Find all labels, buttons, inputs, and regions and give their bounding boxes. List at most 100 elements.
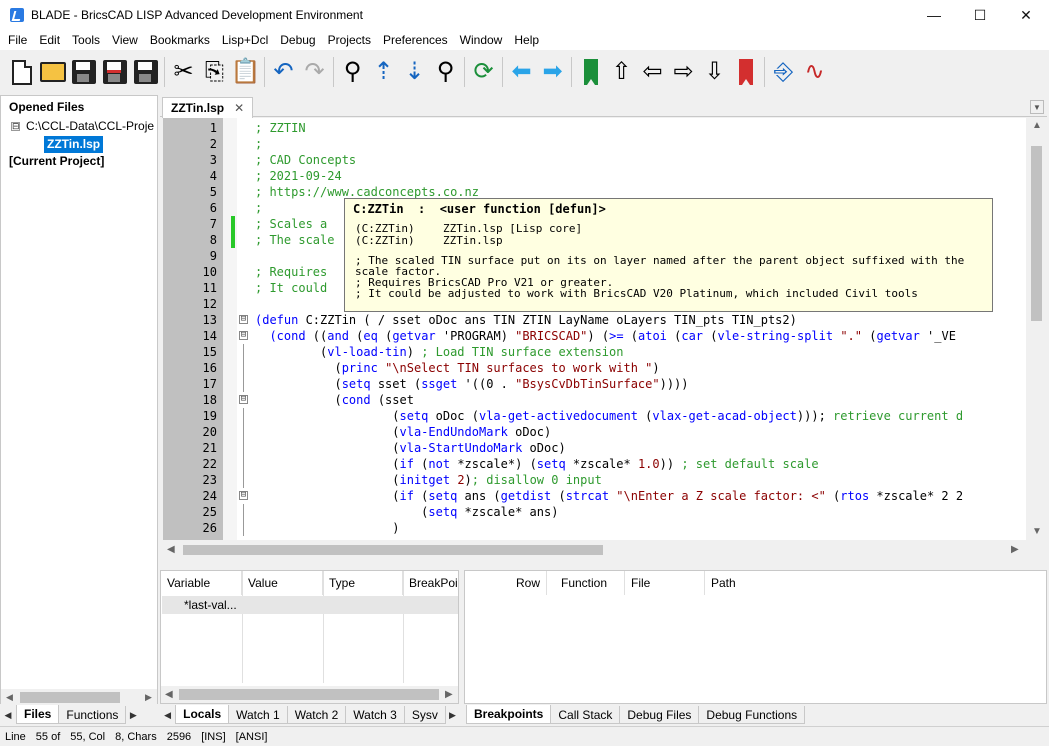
tab-debug-files[interactable]: Debug Files <box>619 706 700 724</box>
tab-zztin-lsp[interactable]: ZZTin.lsp ✕ <box>162 97 254 118</box>
trace-icon[interactable]: ∿ <box>799 55 830 89</box>
code-line[interactable]: 3 ; CAD Concepts <box>163 152 1047 168</box>
menu-edit[interactable]: Edit <box>33 30 66 50</box>
editor-vertical-scrollbar[interactable]: ▲ ▼ <box>1026 118 1047 540</box>
tab-breakpoints[interactable]: Breakpoints <box>466 705 552 724</box>
save-all-icon[interactable] <box>130 55 161 89</box>
menu-window[interactable]: Window <box>454 30 509 50</box>
add-bookmark-icon[interactable] <box>575 55 606 89</box>
code-line[interactable]: 26 ) <box>163 520 1047 536</box>
tab-functions[interactable]: Functions <box>58 706 127 724</box>
editor-horizontal-scrollbar[interactable]: ◀ ▶ <box>163 540 1026 560</box>
menu-file[interactable]: File <box>2 30 33 50</box>
cut-icon[interactable]: ✂ <box>168 55 199 89</box>
menu-projects[interactable]: Projects <box>322 30 377 50</box>
code-line[interactable]: 17 (setq sset (ssget '((0 . "BsysCvDbTin… <box>163 376 1047 392</box>
open-folder-icon[interactable] <box>37 55 68 89</box>
menu-tools[interactable]: Tools <box>66 30 106 50</box>
menu-help[interactable]: Help <box>508 30 545 50</box>
arrow-left-icon[interactable]: ⇦ <box>637 55 668 89</box>
save-as-icon[interactable] <box>99 55 130 89</box>
tab-call-stack[interactable]: Call Stack <box>550 706 621 724</box>
code-line[interactable]: 19 (setq oDoc (vla-get-activedocument (v… <box>163 408 1047 424</box>
column-header-value[interactable]: Value <box>242 571 323 595</box>
table-row[interactable]: *last-val... <box>162 596 458 614</box>
code-line[interactable]: 4 ; 2021-09-24 <box>163 168 1047 184</box>
redo-icon[interactable]: ↷ <box>299 55 330 89</box>
scroll-left-icon[interactable]: ◀ <box>165 689 173 700</box>
fold-toggle-icon[interactable]: ⊟ <box>239 331 248 340</box>
scroll-right-icon[interactable]: ▶ <box>1011 544 1019 555</box>
code-line[interactable]: 21 (vla-StartUndoMark oDoc) <box>163 440 1047 456</box>
code-line[interactable]: 18 ⊟ (cond (sset <box>163 392 1047 408</box>
tree-root-folder[interactable]: ⊟ C:\CCL-Data\CCL-Proje <box>11 119 154 133</box>
column-header-breakpoint[interactable]: BreakPoint <box>403 571 458 595</box>
menu-lisp-dcl[interactable]: Lisp+Dcl <box>216 30 274 50</box>
column-header-file[interactable]: File <box>625 571 705 595</box>
find-previous-icon[interactable]: ⇣ <box>399 55 430 89</box>
variables-horizontal-scrollbar[interactable]: ◀ ▶ <box>161 686 458 703</box>
code-line[interactable]: 15 (vl-load-tin) ; Load TIN surface exte… <box>163 344 1047 360</box>
tree-item-zztin-lsp[interactable]: ZZTin.lsp <box>44 136 104 153</box>
code-editor[interactable]: 1; ZZTIN 2; 3; CAD Concepts 4; 2021-09-24 5;… <box>163 118 1047 540</box>
column-header-function[interactable]: Function <box>547 571 625 595</box>
tab-list-dropdown-icon[interactable]: ▼ <box>1030 100 1044 114</box>
arrow-up-icon[interactable]: ⇧ <box>606 55 637 89</box>
tab-scroll-right-icon[interactable]: ▶ <box>125 706 141 724</box>
code-line[interactable]: 14 ⊟ (cond ((and (eq (getvar 'PROGRAM) "B… <box>163 328 1047 344</box>
collapse-toggle-icon[interactable]: ⊟ <box>11 121 20 131</box>
code-line[interactable]: 13 ⊟ (defun C:ZZTin ( / sset oDoc ans TIN … <box>163 312 1047 328</box>
tab-debug-functions[interactable]: Debug Functions <box>698 706 806 724</box>
scroll-up-icon[interactable]: ▲ <box>1032 120 1042 131</box>
find-icon[interactable]: ⚲ <box>337 55 368 89</box>
forward-arrow-icon[interactable]: ➡ <box>537 55 568 89</box>
menu-view[interactable]: View <box>106 30 144 50</box>
column-header-row[interactable]: Row <box>465 571 547 595</box>
fold-toggle-icon[interactable]: ⊟ <box>239 395 248 404</box>
tab-locals[interactable]: Locals <box>175 705 230 724</box>
code-line[interactable]: 2; <box>163 136 1047 152</box>
code-line[interactable]: 20 (vla-EndUndoMark oDoc) <box>163 424 1047 440</box>
fold-toggle-icon[interactable]: ⊟ <box>239 491 248 500</box>
scroll-right-icon[interactable]: ▶ <box>445 689 453 700</box>
arrow-right-icon[interactable]: ⇨ <box>668 55 699 89</box>
tree-current-project[interactable]: [Current Project] <box>9 154 104 168</box>
scroll-left-icon[interactable]: ◀ <box>167 544 175 555</box>
tab-watch-2[interactable]: Watch 2 <box>286 706 347 724</box>
paste-icon[interactable]: 📋 <box>230 55 261 89</box>
remove-bookmark-icon[interactable] <box>730 55 761 89</box>
tab-scroll-left-icon[interactable]: ◀ <box>160 706 175 724</box>
replace-icon[interactable]: ⚲ <box>430 55 461 89</box>
arrow-down-icon[interactable]: ⇩ <box>699 55 730 89</box>
code-line[interactable]: 25 (setq *zscale* ans) <box>163 504 1047 520</box>
new-file-icon[interactable] <box>6 55 37 89</box>
tab-sysvars[interactable]: Sysv <box>403 706 446 724</box>
back-arrow-icon[interactable]: ⬅ <box>506 55 537 89</box>
maximize-button[interactable]: ☐ <box>957 0 1003 30</box>
code-line[interactable]: 23 (initget 2); disallow 0 input <box>163 472 1047 488</box>
code-line[interactable]: 24 ⊟ (if (setq ans (getdist (strcat "\nEn… <box>163 488 1047 504</box>
tab-files[interactable]: Files <box>16 705 60 724</box>
refresh-icon[interactable]: ⟳ <box>468 55 499 89</box>
tab-watch-1[interactable]: Watch 1 <box>228 706 288 724</box>
find-next-icon[interactable]: ⇡ <box>368 55 399 89</box>
tab-scroll-left-icon[interactable]: ◀ <box>0 706 16 724</box>
menu-preferences[interactable]: Preferences <box>377 30 454 50</box>
load-file-icon[interactable]: ⎆ <box>768 55 799 89</box>
save-icon[interactable] <box>68 55 99 89</box>
code-line[interactable]: 22 (if (not *zscale*) (setq *zscale* 1.0… <box>163 456 1047 472</box>
undo-icon[interactable]: ↶ <box>268 55 299 89</box>
menu-debug[interactable]: Debug <box>274 30 321 50</box>
column-header-variable[interactable]: Variable <box>161 571 242 595</box>
code-line[interactable]: 16 (princ "\nSelect TIN surfaces to work… <box>163 360 1047 376</box>
fold-toggle-icon[interactable]: ⊟ <box>239 315 248 324</box>
tab-scroll-right-icon[interactable]: ▶ <box>445 706 460 724</box>
scroll-down-icon[interactable]: ▼ <box>1032 526 1042 537</box>
menu-bookmarks[interactable]: Bookmarks <box>144 30 216 50</box>
code-line[interactable]: 1 ; ZZTIN <box>163 120 1047 136</box>
minimize-button[interactable]: — <box>911 0 957 30</box>
copy-icon[interactable]: ⎘ <box>199 55 230 89</box>
column-header-path[interactable]: Path <box>705 571 825 595</box>
close-button[interactable]: ✕ <box>1003 0 1049 30</box>
tab-watch-3[interactable]: Watch 3 <box>345 706 405 724</box>
